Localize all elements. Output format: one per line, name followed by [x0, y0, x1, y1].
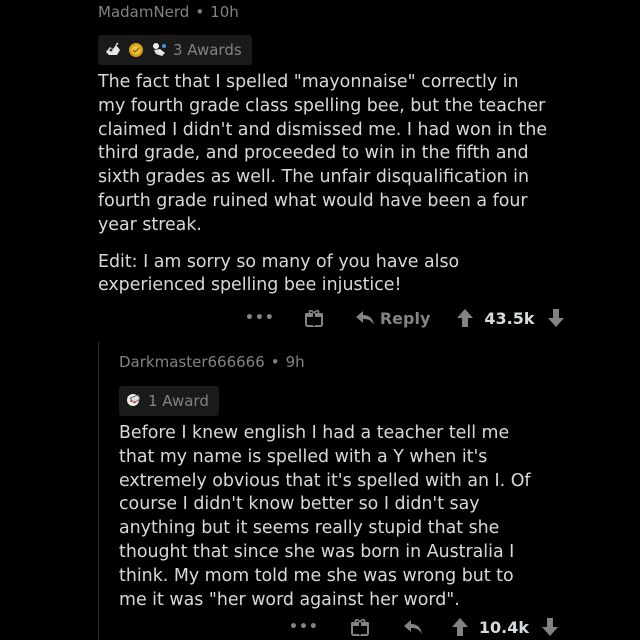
meta-separator: • [270, 353, 280, 371]
comment-meta: MadamNerd • 10h [98, 0, 548, 24]
comment-paragraph: The fact that I spelled "mayonnaise" cor… [98, 72, 548, 235]
upvote-button[interactable] [456, 308, 474, 328]
reply-button[interactable]: Reply [355, 308, 431, 328]
comment-actions: ••• Reply 43.5k [245, 306, 565, 330]
facepalm-award-icon [125, 392, 143, 410]
awards-count-label: 1 Award [148, 392, 209, 410]
more-options-button[interactable]: ••• [245, 310, 275, 326]
vote-score: 10.4k [478, 617, 529, 637]
give-award-icon[interactable] [349, 616, 371, 638]
awards-chip[interactable]: 1 Award [119, 386, 219, 416]
author-name[interactable]: Darkmaster666666 [119, 353, 265, 371]
comment-paragraph: Before I knew english I had a teacher te… [119, 423, 531, 610]
vote-score: 43.5k [484, 308, 535, 328]
comment-paragraph: Edit: I am sorry so many of you have als… [98, 251, 460, 296]
reply-arrow-icon [403, 618, 423, 636]
comment-actions: ••• 10.4k [289, 615, 559, 639]
reply-arrow-icon [355, 309, 375, 327]
comment-age[interactable]: 9h [286, 353, 305, 371]
comment-madamnerd: MadamNerd • 10h 3 Awards The fact that I s… [98, 0, 548, 298]
downvote-arrow-icon [541, 618, 558, 636]
thread-line[interactable] [98, 342, 99, 640]
upvote-arrow-icon [457, 309, 474, 327]
comment-meta: Darkmaster666666 • 9h [119, 350, 539, 374]
awards-count-label: 3 Awards [173, 41, 242, 59]
give-award-icon[interactable] [303, 307, 325, 329]
comment-body: The fact that I spelled "mayonnaise" cor… [98, 71, 548, 298]
author-name[interactable]: MadamNerd [98, 3, 189, 21]
reply-button[interactable] [403, 618, 423, 636]
gold-hand-award-icon [104, 41, 122, 59]
upvote-arrow-icon [451, 618, 468, 636]
downvote-arrow-icon [547, 309, 564, 327]
reply-label: Reply [379, 308, 431, 328]
downvote-button[interactable] [547, 308, 565, 328]
comment-body: Before I knew english I had a teacher te… [119, 422, 539, 612]
more-options-button[interactable]: ••• [289, 619, 319, 635]
meta-separator: • [195, 3, 205, 21]
awards-chip[interactable]: 3 Awards [98, 35, 252, 65]
downvote-button[interactable] [541, 617, 559, 637]
upvote-button[interactable] [451, 617, 469, 637]
comment-age[interactable]: 10h [210, 3, 239, 21]
comment-darkmaster666666: Darkmaster666666 • 9h 1 Award Before I kne… [119, 350, 539, 612]
bowing-figure-award-icon [150, 41, 168, 59]
gold-laurel-award-icon [127, 41, 145, 59]
